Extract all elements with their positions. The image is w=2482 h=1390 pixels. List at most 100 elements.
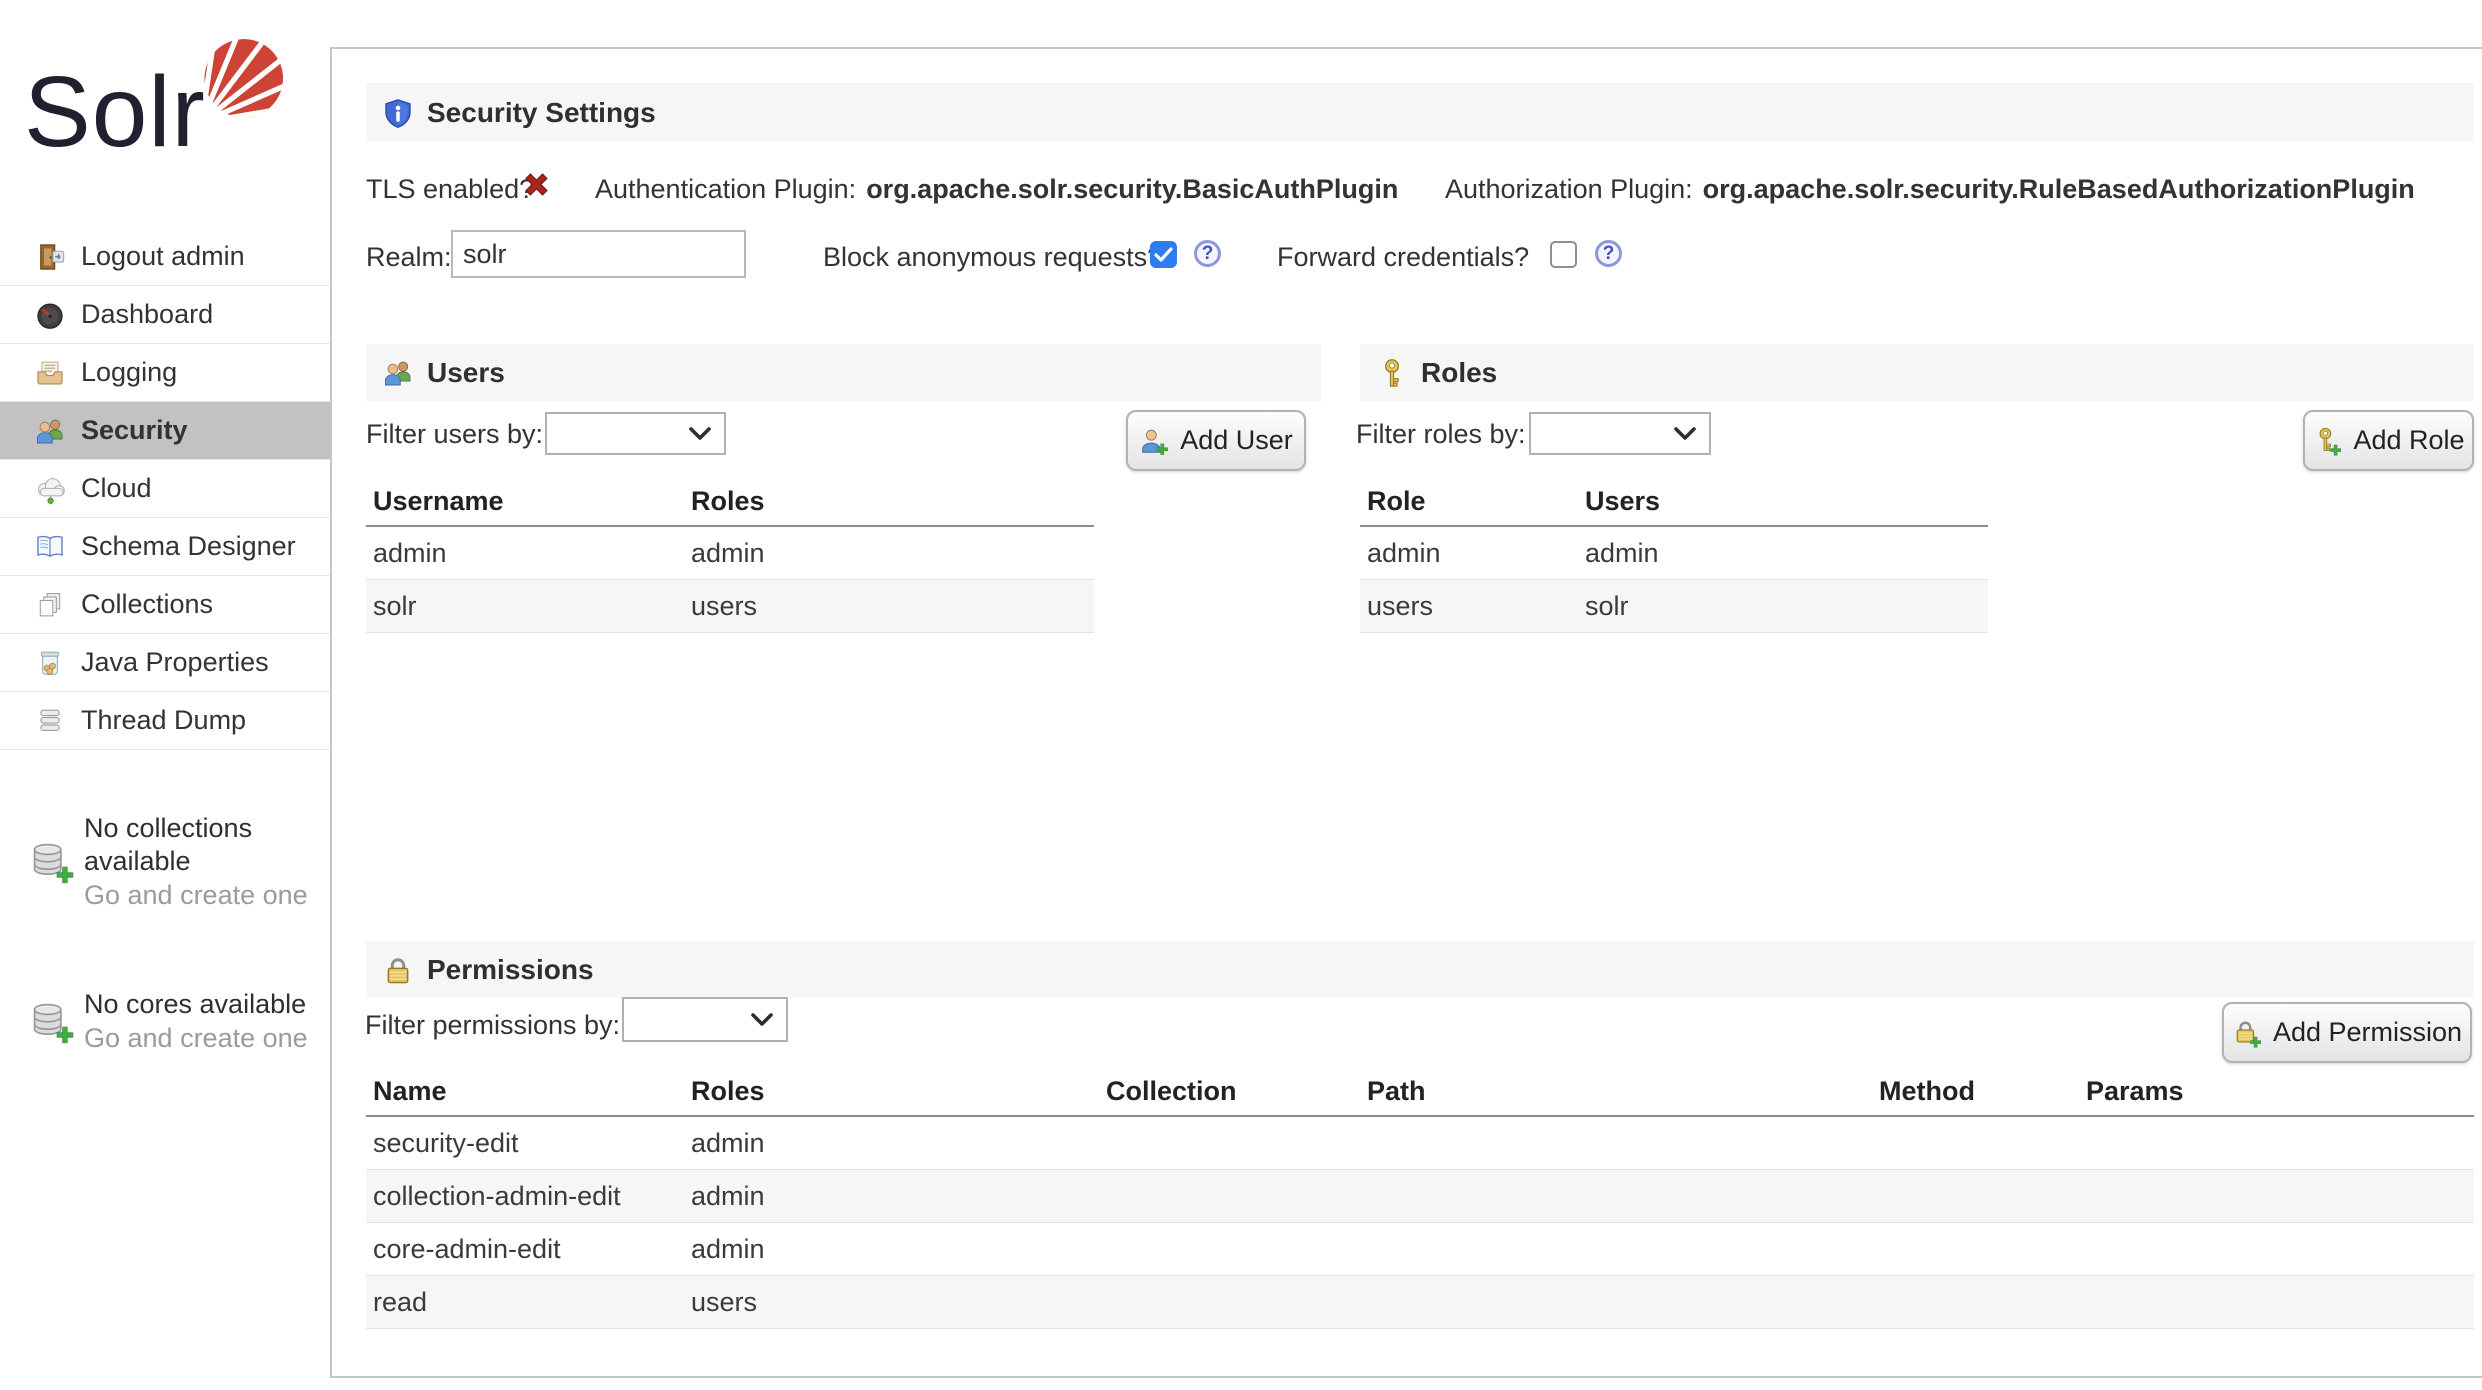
documents-stack-icon <box>34 589 66 621</box>
sidebar-item-thread-dump[interactable]: Thread Dump <box>0 692 330 750</box>
sidebar-item-label: Logout admin <box>81 241 245 272</box>
sidebar-menu: Logout admin Dashboard Logging <box>0 228 330 750</box>
no-collections-text: No collections available <box>84 812 299 878</box>
authentication-plugin-value: org.apache.solr.security.BasicAuthPlugin <box>866 174 1398 205</box>
chevron-down-icon <box>688 426 712 441</box>
sidebar-item-dashboard[interactable]: Dashboard <box>0 286 330 344</box>
shield-info-icon <box>382 97 414 129</box>
perm-method <box>1872 1170 2079 1222</box>
roles-col-users: Users <box>1578 478 1988 525</box>
jar-icon <box>34 647 66 679</box>
sidebar-item-label: Cloud <box>81 473 152 504</box>
filter-permissions-select[interactable] <box>622 997 788 1042</box>
authorization-plugin: Authorization Plugin: org.apache.solr.se… <box>1445 174 2415 205</box>
user-username: admin <box>366 527 684 579</box>
no-collections-notice: No collections available Go and create o… <box>28 812 318 911</box>
perm-col-path: Path <box>1360 1068 1872 1115</box>
perm-roles: users <box>684 1276 1099 1328</box>
perm-collection <box>1099 1117 1360 1169</box>
add-role-button[interactable]: Add Role <box>2303 410 2474 471</box>
authentication-plugin-label: Authentication Plugin: <box>595 174 856 205</box>
perm-collection <box>1099 1223 1360 1275</box>
red-x-icon <box>520 168 553 201</box>
perm-col-roles: Roles <box>684 1068 1099 1115</box>
no-cores-notice: No cores available Go and create one <box>28 988 318 1054</box>
authorization-plugin-value: org.apache.solr.security.RuleBasedAuthor… <box>1703 174 2415 205</box>
filter-roles-select[interactable] <box>1529 412 1711 455</box>
users-table-row[interactable]: solr users <box>366 580 1094 633</box>
perm-params <box>2079 1170 2474 1222</box>
roles-table-row[interactable]: users solr <box>1360 580 1988 633</box>
sidebar-item-logout[interactable]: Logout admin <box>0 228 330 286</box>
layers-icon <box>34 705 66 737</box>
permissions-section-title: Permissions <box>427 954 594 986</box>
forward-credentials-help-icon[interactable]: ? <box>1595 240 1622 267</box>
open-book-icon <box>34 531 66 563</box>
lock-add-icon <box>2232 1018 2262 1048</box>
sidebar-item-label: Dashboard <box>81 299 213 330</box>
realm-label: Realm: <box>366 242 452 273</box>
filter-roles-label: Filter roles by: <box>1356 419 1526 450</box>
roles-table-row[interactable]: admin admin <box>1360 527 1988 580</box>
sidebar-item-collections[interactable]: Collections <box>0 576 330 634</box>
users-section-header: Users <box>366 344 1321 401</box>
permissions-table-row[interactable]: core-admin-edit admin <box>366 1223 2474 1276</box>
authentication-plugin: Authentication Plugin: org.apache.solr.s… <box>595 174 1398 205</box>
add-user-button[interactable]: Add User <box>1126 410 1306 471</box>
roles-col-role: Role <box>1360 478 1578 525</box>
perm-name: collection-admin-edit <box>366 1170 684 1222</box>
key-add-icon <box>2312 426 2342 456</box>
page-title: Security Settings <box>427 97 656 129</box>
door-icon <box>34 241 66 273</box>
realm-input[interactable] <box>451 230 746 278</box>
tls-enabled-label: TLS enabled? <box>366 174 534 205</box>
permissions-table-row[interactable]: security-edit admin <box>366 1117 2474 1170</box>
no-collections-create-link[interactable]: Go and create one <box>84 880 308 911</box>
user-username: solr <box>366 580 684 632</box>
block-anonymous-label: Block anonymous requests? <box>823 242 1162 273</box>
sidebar-item-logging[interactable]: Logging <box>0 344 330 402</box>
forward-credentials-checkbox[interactable] <box>1550 241 1577 268</box>
perm-name: security-edit <box>366 1117 684 1169</box>
perm-path <box>1360 1170 1872 1222</box>
role-users: solr <box>1578 580 1988 632</box>
sidebar-item-java-properties[interactable]: Java Properties <box>0 634 330 692</box>
users-table-row[interactable]: admin admin <box>366 527 1094 580</box>
add-permission-button-label: Add Permission <box>2273 1017 2462 1048</box>
database-add-icon <box>28 838 74 884</box>
role-name: users <box>1360 580 1578 632</box>
perm-col-collection: Collection <box>1099 1068 1360 1115</box>
perm-name: read <box>366 1276 684 1328</box>
no-cores-create-link[interactable]: Go and create one <box>84 1023 344 1054</box>
users-col-roles: Roles <box>684 478 1094 525</box>
sidebar-item-cloud[interactable]: Cloud <box>0 460 330 518</box>
solr-sunburst-icon <box>190 38 286 134</box>
permissions-table-row[interactable]: collection-admin-edit admin <box>366 1170 2474 1223</box>
role-users: admin <box>1578 527 1988 579</box>
block-anonymous-checkbox[interactable] <box>1150 241 1177 268</box>
sidebar-item-label: Schema Designer <box>81 531 296 562</box>
users-table-header: Username Roles <box>366 478 1094 527</box>
users-col-username: Username <box>366 478 684 525</box>
users-table: Username Roles admin admin solr users <box>366 478 1094 633</box>
database-add-icon <box>28 998 74 1044</box>
perm-col-method: Method <box>1872 1068 2079 1115</box>
perm-col-name: Name <box>366 1068 684 1115</box>
sidebar-item-label: Thread Dump <box>81 705 246 736</box>
add-user-button-label: Add User <box>1180 425 1293 456</box>
filter-users-select[interactable] <box>545 412 726 455</box>
cloud-icon <box>34 473 66 505</box>
permissions-table-header: Name Roles Collection Path Method Params <box>366 1068 2474 1117</box>
add-permission-button[interactable]: Add Permission <box>2222 1002 2472 1063</box>
sidebar-item-schema-designer[interactable]: Schema Designer <box>0 518 330 576</box>
permissions-table-row[interactable]: read users <box>366 1276 2474 1329</box>
perm-collection <box>1099 1276 1360 1328</box>
gauge-icon <box>34 299 66 331</box>
roles-section-header: Roles <box>1360 344 2474 401</box>
chevron-down-icon <box>750 1012 774 1027</box>
sidebar-item-security[interactable]: Security <box>0 402 330 460</box>
role-name: admin <box>1360 527 1578 579</box>
block-anonymous-help-icon[interactable]: ? <box>1194 240 1221 267</box>
add-role-button-label: Add Role <box>2353 425 2464 456</box>
perm-method <box>1872 1223 2079 1275</box>
